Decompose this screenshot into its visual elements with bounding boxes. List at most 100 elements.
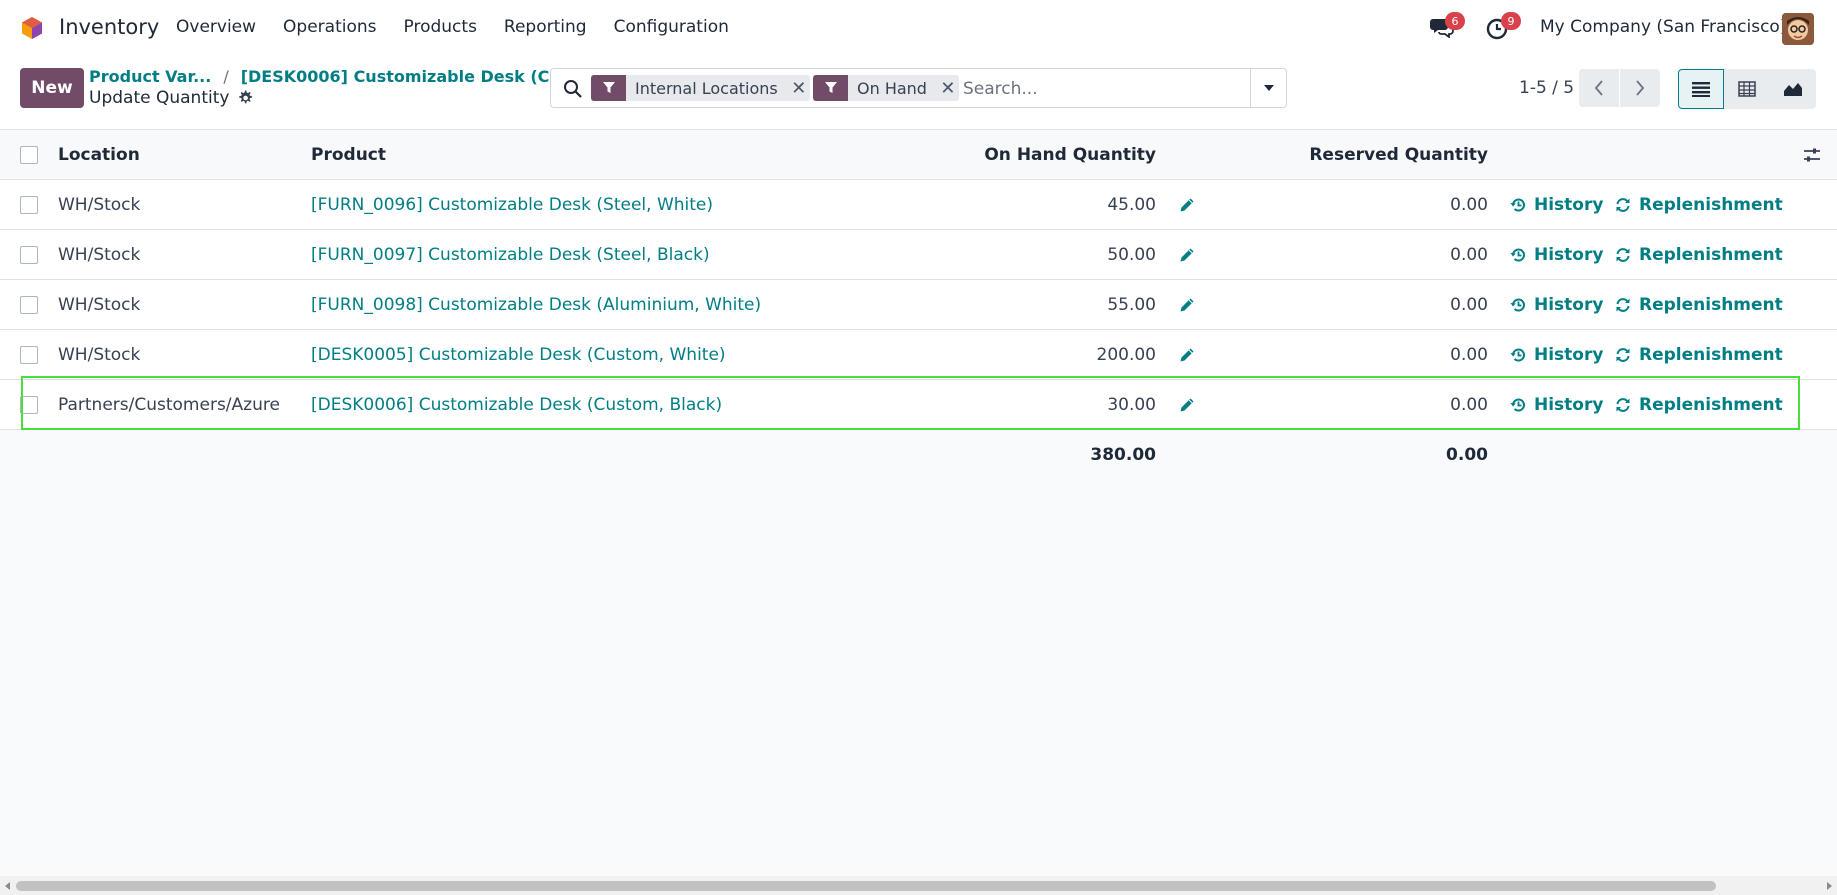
column-reserved[interactable]: Reserved Quantity [1309,131,1488,179]
replenishment-button[interactable]: Replenishment [1615,330,1783,379]
history-button[interactable]: History [1510,280,1603,329]
row-on-hand[interactable]: 45.00 [1107,180,1156,229]
row-checkbox[interactable] [20,346,38,364]
edit-quantity-button[interactable] [1177,280,1197,329]
row-checkbox[interactable] [20,396,38,414]
history-button[interactable]: History [1510,230,1603,279]
row-on-hand[interactable]: 55.00 [1107,280,1156,329]
product-link[interactable]: [DESK0006] Customizable Desk (Custom, Bl… [311,395,722,415]
row-reserved[interactable]: 0.00 [1450,330,1488,379]
menu-products[interactable]: Products [404,17,477,37]
history-label: History [1534,344,1604,365]
product-link[interactable]: [FURN_0097] Customizable Desk (Steel, Bl… [311,245,710,265]
search-options-toggle[interactable] [1250,69,1286,107]
edit-quantity-button[interactable] [1177,380,1197,429]
horizontal-scrollbar[interactable] [0,876,1837,895]
table-row[interactable]: WH/Stock [FURN_0098] Customizable Desk (… [0,280,1837,330]
product-link[interactable]: [FURN_0098] Customizable Desk (Aluminium… [311,295,761,315]
chevron-right-icon [1636,80,1645,96]
gear-icon[interactable] [237,90,253,106]
facet-label: Internal Locations [635,78,778,98]
optional-columns-button[interactable] [1803,131,1823,179]
facet-internal-locations: Internal Locations ✕ [591,75,810,101]
activities-badge: 9 [1501,12,1521,30]
graph-view-button[interactable] [1770,69,1816,109]
facet-remove-icon[interactable]: ✕ [788,75,810,101]
history-button[interactable]: History [1510,380,1603,429]
replenishment-button[interactable]: Replenishment [1615,230,1783,279]
history-label: History [1534,294,1604,315]
table-row[interactable]: Partners/Customers/Azure [DESK0006] Cust… [0,380,1837,430]
list-view-button[interactable] [1678,69,1724,109]
history-button[interactable]: History [1510,180,1603,229]
facet-remove-icon[interactable]: ✕ [937,75,959,101]
app-name[interactable]: Inventory [59,15,159,39]
table-footer: 380.00 0.00 [0,430,1837,480]
search-input[interactable] [963,76,1243,102]
product-link[interactable]: [FURN_0096] Customizable Desk (Steel, Wh… [311,195,713,215]
row-on-hand[interactable]: 30.00 [1107,380,1156,429]
row-location[interactable]: WH/Stock [58,280,140,329]
row-reserved[interactable]: 0.00 [1450,280,1488,329]
select-all-checkbox[interactable] [20,146,38,164]
edit-quantity-button[interactable] [1177,180,1197,229]
row-on-hand[interactable]: 200.00 [1097,330,1156,379]
refresh-icon [1616,347,1630,362]
edit-quantity-button[interactable] [1177,330,1197,379]
inventory-app-icon[interactable] [20,16,44,40]
refresh-icon [1616,397,1630,412]
replenishment-button[interactable]: Replenishment [1615,180,1783,229]
scrollbar-thumb[interactable] [16,881,1716,891]
menu-overview[interactable]: Overview [176,17,256,37]
replenishment-button[interactable]: Replenishment [1615,280,1783,329]
table-row[interactable]: WH/Stock [DESK0005] Customizable Desk (C… [0,330,1837,380]
row-checkbox[interactable] [20,246,38,264]
activities-button[interactable]: 9 [1486,12,1521,40]
row-checkbox[interactable] [20,296,38,314]
search-icon[interactable] [563,79,583,99]
row-reserved[interactable]: 0.00 [1450,180,1488,229]
scroll-right-icon[interactable] [1824,880,1834,891]
pivot-view-button[interactable] [1724,69,1770,109]
main-menu: Overview Operations Products Reporting C… [176,17,756,37]
pager-value[interactable]: 1-5 / 5 [1519,78,1574,98]
breadcrumb-product-variants[interactable]: Product Var... [89,67,211,86]
menu-reporting[interactable]: Reporting [504,17,587,37]
pencil-icon [1180,248,1194,261]
table-row[interactable]: WH/Stock [FURN_0096] Customizable Desk (… [0,180,1837,230]
facet-on-hand: On Hand ✕ [813,75,959,101]
breadcrumb: Product Var... / [DESK0006] Customizable… [89,67,596,86]
scroll-left-icon[interactable] [3,880,13,891]
row-location[interactable]: WH/Stock [58,230,140,279]
row-reserved[interactable]: 0.00 [1450,380,1488,429]
history-button[interactable]: History [1510,330,1603,379]
pencil-icon [1180,198,1194,211]
sliders-icon [1804,148,1820,162]
row-location[interactable]: WH/Stock [58,180,140,229]
breadcrumb-product[interactable]: [DESK0006] Customizable Desk (Cust... [241,67,597,86]
pager-previous-button[interactable] [1579,69,1619,107]
menu-configuration[interactable]: Configuration [614,17,729,37]
user-avatar[interactable] [1782,13,1814,45]
column-on-hand[interactable]: On Hand Quantity [984,131,1156,179]
page-title: Update Quantity [89,88,253,108]
company-switcher[interactable]: My Company (San Francisco) [1540,17,1786,37]
row-location[interactable]: Partners/Customers/Azure [58,380,280,429]
facet-label: On Hand [857,78,927,98]
column-product[interactable]: Product [311,131,386,179]
menu-operations[interactable]: Operations [283,17,376,37]
table-row[interactable]: WH/Stock [FURN_0097] Customizable Desk (… [0,230,1837,280]
pager-next-button[interactable] [1620,69,1660,107]
new-button[interactable]: New [20,68,84,108]
row-checkbox[interactable] [20,196,38,214]
product-link[interactable]: [DESK0005] Customizable Desk (Custom, Wh… [311,345,726,365]
row-reserved[interactable]: 0.00 [1450,230,1488,279]
row-on-hand[interactable]: 50.00 [1107,230,1156,279]
edit-quantity-button[interactable] [1177,230,1197,279]
row-location[interactable]: WH/Stock [58,330,140,379]
replenishment-label: Replenishment [1639,344,1783,365]
replenishment-button[interactable]: Replenishment [1615,380,1783,429]
column-location[interactable]: Location [58,131,140,179]
row-product: [FURN_0098] Customizable Desk (Aluminium… [311,280,761,329]
messages-button[interactable]: 6 [1430,12,1465,40]
